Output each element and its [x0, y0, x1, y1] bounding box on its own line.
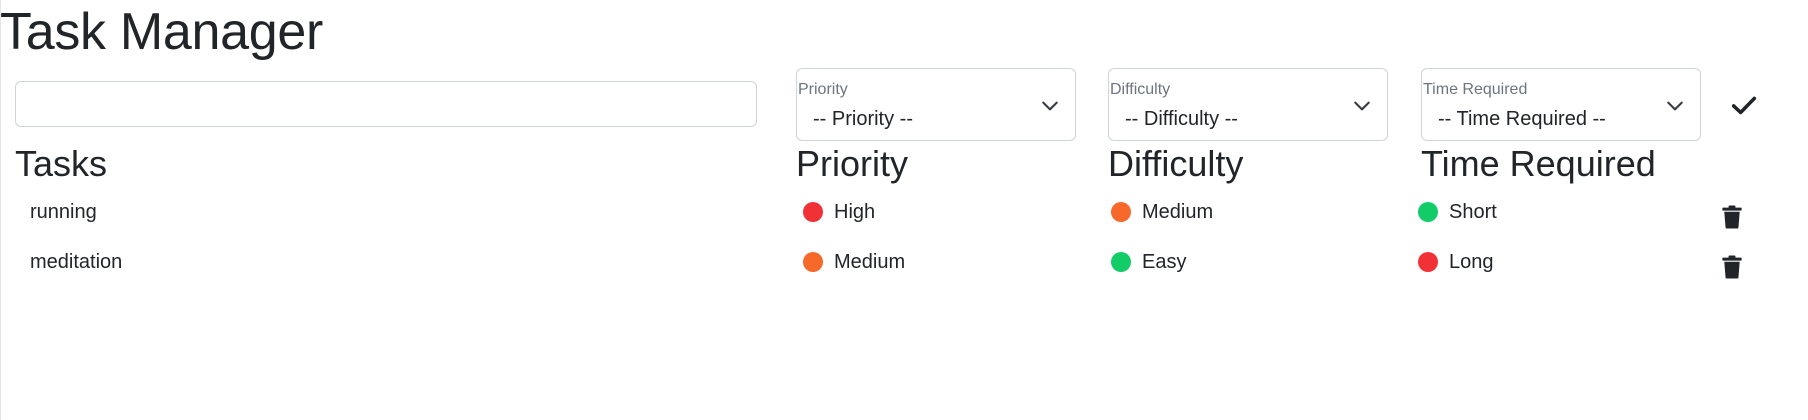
app-title: Task Manager [0, 3, 323, 61]
tasks-column-header: Tasks [15, 143, 108, 184]
time-required-tag: Long [1418, 249, 1494, 275]
priority-column-header: Priority [796, 143, 909, 184]
time-required-select-value: -- Time Required -- [1438, 108, 1606, 130]
priority-select[interactable]: Priority -- Priority -- [796, 68, 1076, 141]
page-left-border [0, 0, 1, 420]
time-required-dot [1418, 202, 1438, 222]
difficulty-tag-label: Easy [1142, 251, 1187, 273]
trash-icon [1722, 205, 1742, 229]
priority-tag: Medium [803, 249, 905, 275]
time-required-column-header: Time Required [1421, 143, 1656, 184]
priority-tag: High [803, 199, 875, 225]
difficulty-tag: Easy [1111, 249, 1186, 275]
priority-tag-label: High [834, 201, 876, 223]
difficulty-dot [1111, 252, 1131, 272]
time-required-tag-label: Long [1449, 251, 1494, 273]
task-name: meditation [30, 251, 123, 273]
priority-select-label: Priority [798, 81, 848, 98]
chevron-down-icon [1667, 101, 1683, 111]
chevron-down-icon [1354, 101, 1370, 111]
difficulty-select-label: Difficulty [1110, 81, 1171, 98]
time-required-tag: Short [1418, 199, 1497, 225]
difficulty-select-value: -- Difficulty -- [1125, 108, 1238, 130]
time-required-select-label: Time Required [1423, 81, 1528, 98]
time-required-tag-label: Short [1449, 201, 1497, 223]
difficulty-select[interactable]: Difficulty -- Difficulty -- [1108, 68, 1388, 141]
check-icon [1731, 96, 1757, 115]
difficulty-dot [1111, 202, 1131, 222]
trash-icon [1722, 255, 1742, 279]
priority-dot [803, 252, 823, 272]
priority-tag-label: Medium [834, 251, 906, 273]
difficulty-column-header: Difficulty [1108, 143, 1244, 184]
task-name-input[interactable] [15, 81, 757, 127]
priority-select-value: -- Priority -- [813, 108, 913, 130]
priority-dot [803, 202, 823, 222]
time-required-dot [1418, 252, 1438, 272]
delete-task-button[interactable] [1720, 204, 1744, 232]
chevron-down-icon [1042, 101, 1058, 111]
difficulty-tag-label: Medium [1142, 201, 1214, 223]
task-name: running [30, 201, 97, 223]
difficulty-tag: Medium [1111, 199, 1213, 225]
time-required-select[interactable]: Time Required -- Time Required -- [1421, 68, 1701, 141]
add-task-button[interactable] [1722, 85, 1766, 125]
delete-task-button[interactable] [1720, 254, 1744, 282]
